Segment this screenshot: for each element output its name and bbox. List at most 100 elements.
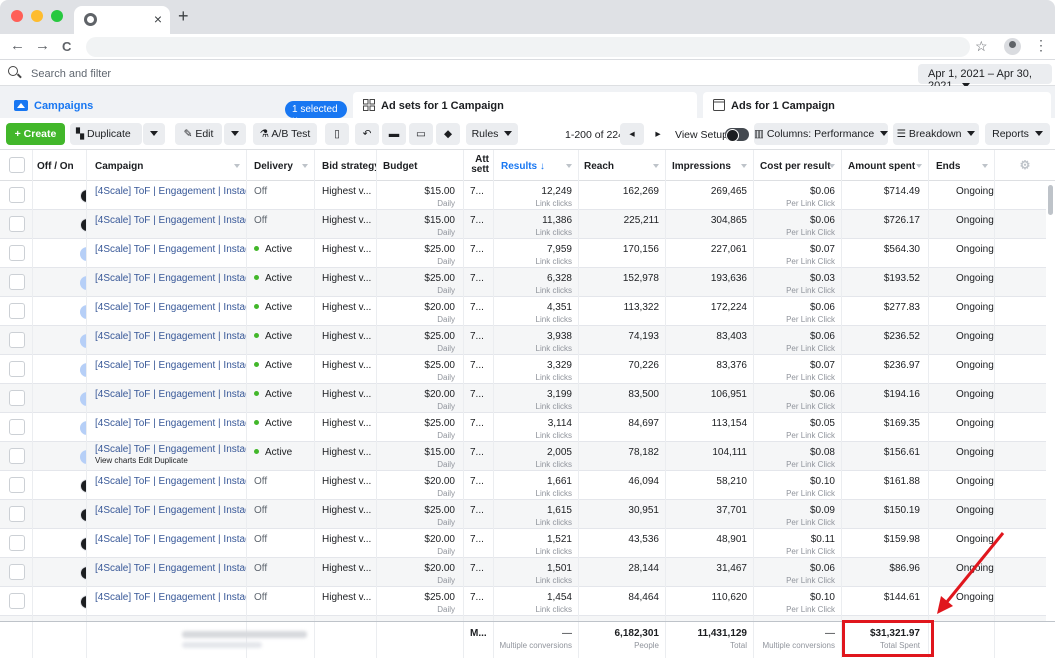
campaign-toggle[interactable] bbox=[80, 218, 86, 232]
table-row[interactable]: [4Scale] ToF | Engagement | Instag... Off… bbox=[0, 500, 1046, 529]
campaign-link[interactable]: [4Scale] ToF | Engagement | Instag... bbox=[95, 389, 246, 400]
profile-avatar[interactable] bbox=[1004, 38, 1021, 55]
next-page-button[interactable]: ▸ bbox=[646, 123, 670, 145]
col-amount-spent[interactable]: Amount spent bbox=[842, 150, 929, 181]
campaign-toggle[interactable] bbox=[80, 566, 86, 580]
tag-icon[interactable]: ◆ bbox=[436, 123, 460, 145]
row-checkbox[interactable] bbox=[9, 535, 25, 551]
table-row[interactable]: [4Scale] ToF | Engagement | Instag... Off… bbox=[0, 558, 1046, 587]
campaign-link[interactable]: [4Scale] ToF | Engagement | Instag... bbox=[95, 534, 246, 545]
campaign-link[interactable]: [4Scale] ToF | Engagement | Instag... bbox=[95, 418, 246, 429]
table-row[interactable]: [4Scale] ToF | Engagement | Instag... Act… bbox=[0, 239, 1046, 268]
view-setup-toggle[interactable] bbox=[725, 128, 749, 142]
table-row[interactable]: [4Scale] ToF | Engagement | Instag... Off… bbox=[0, 587, 1046, 616]
tab-campaigns[interactable]: Campaigns 1 selected × bbox=[4, 92, 347, 126]
table-scrollbar[interactable] bbox=[1046, 181, 1055, 623]
campaign-toggle[interactable] bbox=[80, 479, 86, 493]
col-impressions[interactable]: Impressions bbox=[666, 150, 754, 181]
col-off-on[interactable]: Off / On bbox=[33, 150, 87, 181]
url-input[interactable] bbox=[86, 37, 970, 57]
rules-button[interactable]: Rules bbox=[466, 123, 518, 145]
row-checkbox[interactable] bbox=[9, 448, 25, 464]
row-checkbox[interactable] bbox=[9, 390, 25, 406]
scrollbar-thumb[interactable] bbox=[1048, 185, 1053, 215]
search-input[interactable]: Search and filter bbox=[31, 68, 111, 80]
campaign-toggle[interactable] bbox=[80, 276, 86, 290]
row-checkbox[interactable] bbox=[9, 274, 25, 290]
row-checkbox[interactable] bbox=[9, 477, 25, 493]
table-row[interactable]: [4Scale] ToF | Engagement | Instag... Off… bbox=[0, 471, 1046, 500]
undo-icon[interactable]: ↶ bbox=[355, 123, 379, 145]
campaign-link[interactable]: [4Scale] ToF | Engagement | Instag... bbox=[95, 273, 246, 284]
table-row[interactable]: [4Scale] ToF | Engagement | Instag... Act… bbox=[0, 326, 1046, 355]
tab-ad-sets[interactable]: Ad sets for 1 Campaign bbox=[353, 92, 697, 118]
duplicate-dropdown-button[interactable] bbox=[143, 123, 165, 145]
bookmark-star-icon[interactable]: ☆ bbox=[975, 38, 988, 55]
back-icon[interactable]: ← bbox=[10, 37, 25, 54]
ab-test-button[interactable]: ⚗ A/B Test bbox=[253, 123, 317, 145]
campaign-link[interactable]: [4Scale] ToF | Engagement | Instag... bbox=[95, 302, 246, 313]
row-checkbox[interactable] bbox=[9, 303, 25, 319]
row-checkbox[interactable] bbox=[9, 419, 25, 435]
campaign-toggle[interactable] bbox=[80, 450, 86, 464]
table-row[interactable]: [4Scale] ToF | Engagement | Instag... Act… bbox=[0, 384, 1046, 413]
campaign-toggle[interactable] bbox=[80, 247, 86, 261]
campaign-toggle[interactable] bbox=[80, 334, 86, 348]
campaign-toggle[interactable] bbox=[80, 508, 86, 522]
minimize-window-button[interactable] bbox=[31, 10, 43, 22]
col-cost-per-result[interactable]: Cost per result bbox=[754, 150, 842, 181]
campaign-toggle[interactable] bbox=[80, 189, 86, 203]
campaign-link[interactable]: [4Scale] ToF | Engagement | Instag... bbox=[95, 215, 246, 226]
tab-close-icon[interactable]: × bbox=[154, 11, 162, 27]
campaign-toggle[interactable] bbox=[80, 537, 86, 551]
col-campaign[interactable]: Campaign bbox=[87, 150, 247, 181]
campaign-toggle[interactable] bbox=[80, 421, 86, 435]
row-checkbox[interactable] bbox=[9, 593, 25, 609]
campaign-link[interactable]: [4Scale] ToF | Engagement | Instag... bbox=[95, 476, 246, 487]
browser-tab[interactable]: × bbox=[74, 6, 170, 34]
row-checkbox[interactable] bbox=[9, 564, 25, 580]
row-checkbox[interactable] bbox=[9, 216, 25, 232]
table-row[interactable]: [4Scale] ToF | Engagement | Instag... Vie… bbox=[0, 442, 1046, 471]
campaign-toggle[interactable] bbox=[80, 595, 86, 609]
col-budget[interactable]: Budget bbox=[377, 150, 464, 181]
prev-page-button[interactable]: ◂ bbox=[620, 123, 644, 145]
table-row[interactable]: [4Scale] ToF | Engagement | Instag... Off… bbox=[0, 529, 1046, 558]
campaign-link[interactable]: [4Scale] ToF | Engagement | Instag... bbox=[95, 563, 246, 574]
col-attribution[interactable]: Att sett bbox=[464, 150, 494, 181]
edit-dropdown-button[interactable] bbox=[224, 123, 246, 145]
row-checkbox[interactable] bbox=[9, 245, 25, 261]
campaign-link[interactable]: [4Scale] ToF | Engagement | Instag... bbox=[95, 592, 246, 603]
tab-ads[interactable]: Ads for 1 Campaign bbox=[703, 92, 1051, 118]
campaign-link[interactable]: [4Scale] ToF | Engagement | Instag... bbox=[95, 444, 246, 455]
columns-button[interactable]: ▥ Columns: Performance bbox=[754, 123, 889, 145]
add-column-icon[interactable]: ⚙ bbox=[995, 150, 1055, 181]
new-tab-button[interactable]: + bbox=[178, 6, 189, 27]
reports-button[interactable]: Reports bbox=[985, 123, 1050, 145]
table-row[interactable]: [4Scale] ToF | Engagement | Instag... Off… bbox=[0, 210, 1046, 239]
clipboard-icon[interactable]: ▯ bbox=[325, 123, 349, 145]
table-row[interactable]: [4Scale] ToF | Engagement | Instag... Act… bbox=[0, 268, 1046, 297]
col-delivery[interactable]: Delivery bbox=[247, 150, 315, 181]
col-results[interactable]: Results ↓ bbox=[494, 150, 579, 181]
select-all-checkbox[interactable] bbox=[9, 157, 25, 173]
row-checkbox[interactable] bbox=[9, 361, 25, 377]
row-checkbox[interactable] bbox=[9, 187, 25, 203]
table-row[interactable]: [4Scale] ToF | Engagement | Instag... Act… bbox=[0, 355, 1046, 384]
close-window-button[interactable] bbox=[11, 10, 23, 22]
breakdown-button[interactable]: ☰ Breakdown bbox=[893, 123, 979, 145]
col-bid-strategy[interactable]: Bid strategy bbox=[315, 150, 377, 181]
campaign-toggle[interactable] bbox=[80, 392, 86, 406]
maximize-window-button[interactable] bbox=[51, 10, 63, 22]
row-hover-actions[interactable]: View charts Edit Duplicate bbox=[95, 456, 246, 465]
date-range-picker[interactable]: Apr 1, 2021 – Apr 30, 2021 bbox=[918, 64, 1052, 92]
table-row[interactable]: [4Scale] ToF | Engagement | Instag... Act… bbox=[0, 413, 1046, 442]
campaign-link[interactable]: [4Scale] ToF | Engagement | Instag... bbox=[95, 244, 246, 255]
campaign-link[interactable]: [4Scale] ToF | Engagement | Instag... bbox=[95, 505, 246, 516]
forward-icon[interactable]: → bbox=[35, 37, 50, 54]
campaign-toggle[interactable] bbox=[80, 363, 86, 377]
browser-menu-icon[interactable]: ⋮ bbox=[1034, 37, 1048, 54]
row-checkbox[interactable] bbox=[9, 332, 25, 348]
table-row[interactable]: [4Scale] ToF | Engagement | Instag... Act… bbox=[0, 297, 1046, 326]
duplicate-button[interactable]: ▚ Duplicate bbox=[70, 123, 142, 145]
